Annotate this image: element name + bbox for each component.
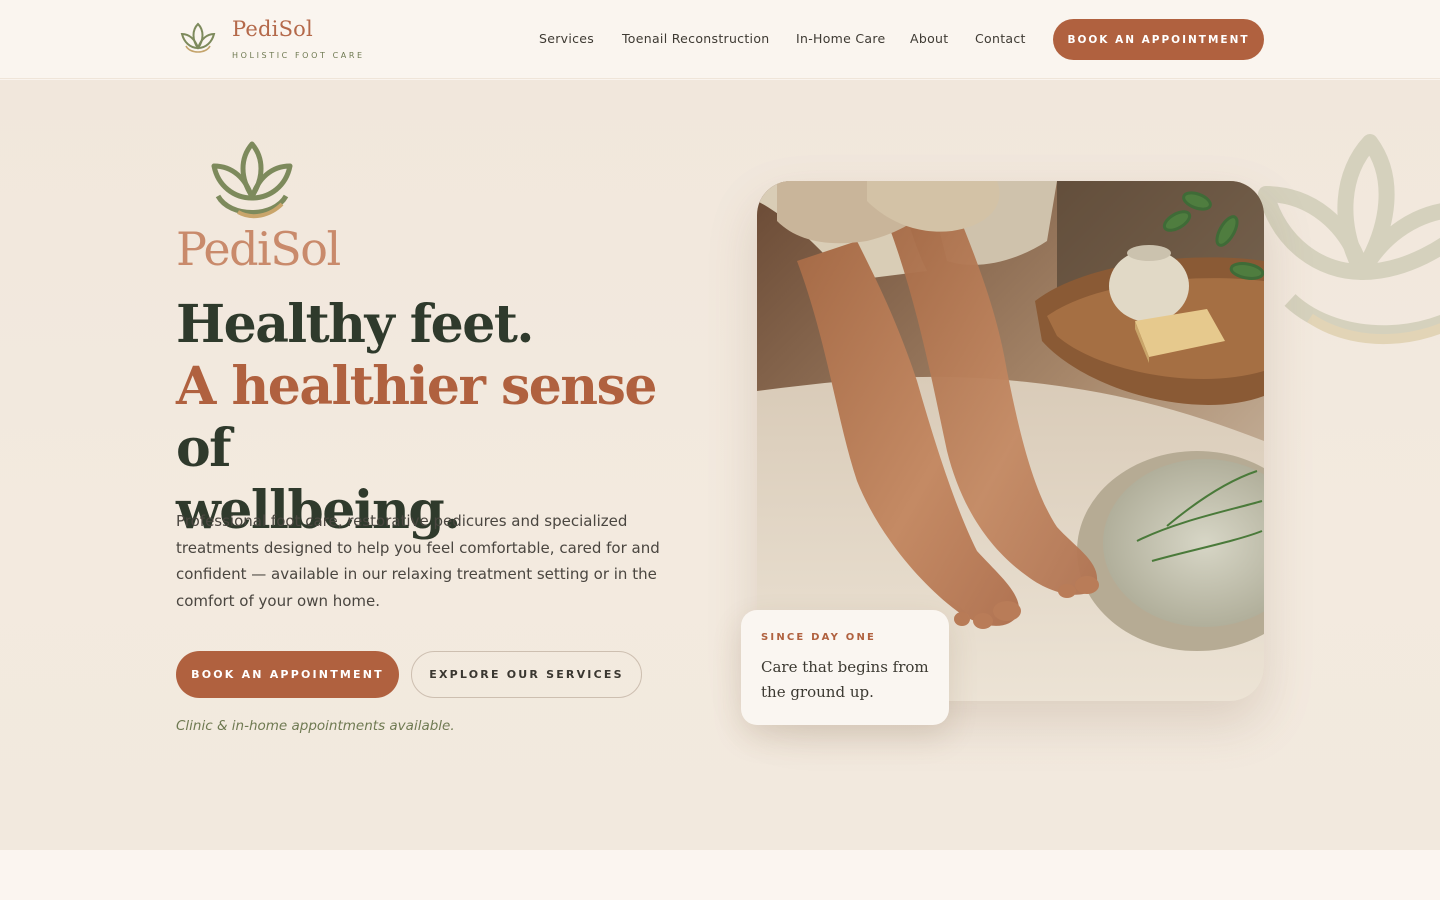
brand-logo[interactable]: PediSol HOLISTIC FOOT CARE	[178, 17, 378, 66]
next-section-top	[0, 850, 1440, 900]
nav-services[interactable]: Services	[539, 31, 594, 46]
nav-toenail-reconstruction[interactable]: Toenail Reconstruction	[622, 31, 770, 46]
hero-description: Professional foot care, restorative pedi…	[176, 512, 660, 610]
hero-headline: Healthy feet. A healthier sense of wellb…	[176, 294, 696, 542]
book-appointment-header-button[interactable]: BOOK AN APPOINTMENT	[1053, 19, 1264, 60]
site-header: PediSol HOLISTIC FOOT CARE Services Toen…	[0, 0, 1440, 79]
nav-contact[interactable]: Contact	[975, 31, 1026, 46]
nav-in-home-care[interactable]: In-Home Care	[796, 31, 886, 46]
brand-name: PediSol	[232, 17, 313, 41]
since-day-one-card: SINCE DAY ONE Care that begins from the …	[741, 610, 949, 725]
hero-section: PediSol Healthy feet. A healthier sense …	[0, 80, 1440, 850]
hero-logo: PediSol	[176, 140, 341, 276]
nav-about[interactable]: About	[910, 31, 948, 46]
explore-services-button[interactable]: EXPLORE OUR SERVICES	[411, 651, 642, 698]
headline-accent: A healthier sense	[176, 356, 657, 417]
headline-line-1: Healthy feet.	[176, 294, 534, 355]
lotus-leaf-icon	[211, 141, 293, 219]
lotus-outline-icon	[1258, 134, 1440, 345]
lotus-leaf-icon	[180, 22, 216, 53]
book-appointment-button[interactable]: BOOK AN APPOINTMENT	[176, 651, 399, 698]
hero-logo-text: PediSol	[176, 222, 341, 276]
card-text: Care that begins from the ground up.	[761, 658, 929, 701]
headline-line-2-rest: of	[176, 418, 232, 479]
availability-note: Clinic & in-home appointments available.	[176, 718, 455, 734]
brand-tagline: HOLISTIC FOOT CARE	[232, 51, 365, 60]
card-eyebrow: SINCE DAY ONE	[761, 632, 877, 643]
